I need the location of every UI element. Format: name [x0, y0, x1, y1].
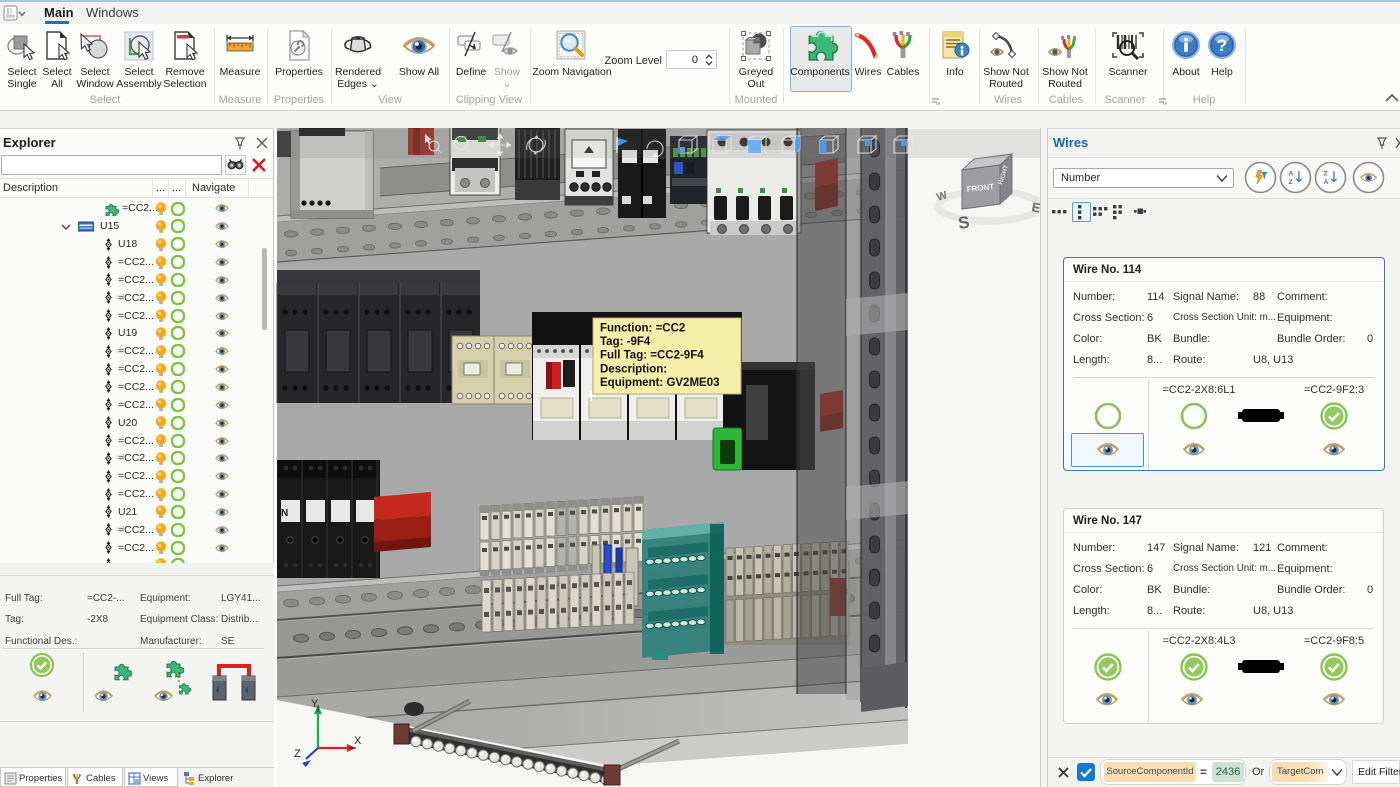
svg-text:A: A — [1288, 171, 1293, 178]
svg-text:?: ? — [1217, 36, 1227, 55]
svg-text:Z: Z — [1288, 179, 1292, 186]
svg-text:A: A — [1323, 179, 1328, 186]
svg-text:Z: Z — [294, 748, 301, 760]
svg-text:Description:: Description: — [600, 363, 667, 375]
svg-text:Z: Z — [1323, 171, 1327, 178]
svg-text:X: X — [354, 735, 362, 747]
svg-text:Equipment: GV2ME03: Equipment: GV2ME03 — [600, 377, 720, 389]
svg-text:Full Tag: =CC2-9F4: Full Tag: =CC2-9F4 — [600, 350, 704, 362]
svg-text:Tag: -9F4: Tag: -9F4 — [600, 336, 651, 348]
svg-text:Function: =CC2: Function: =CC2 — [600, 323, 685, 335]
svg-text:N: N — [281, 508, 288, 519]
